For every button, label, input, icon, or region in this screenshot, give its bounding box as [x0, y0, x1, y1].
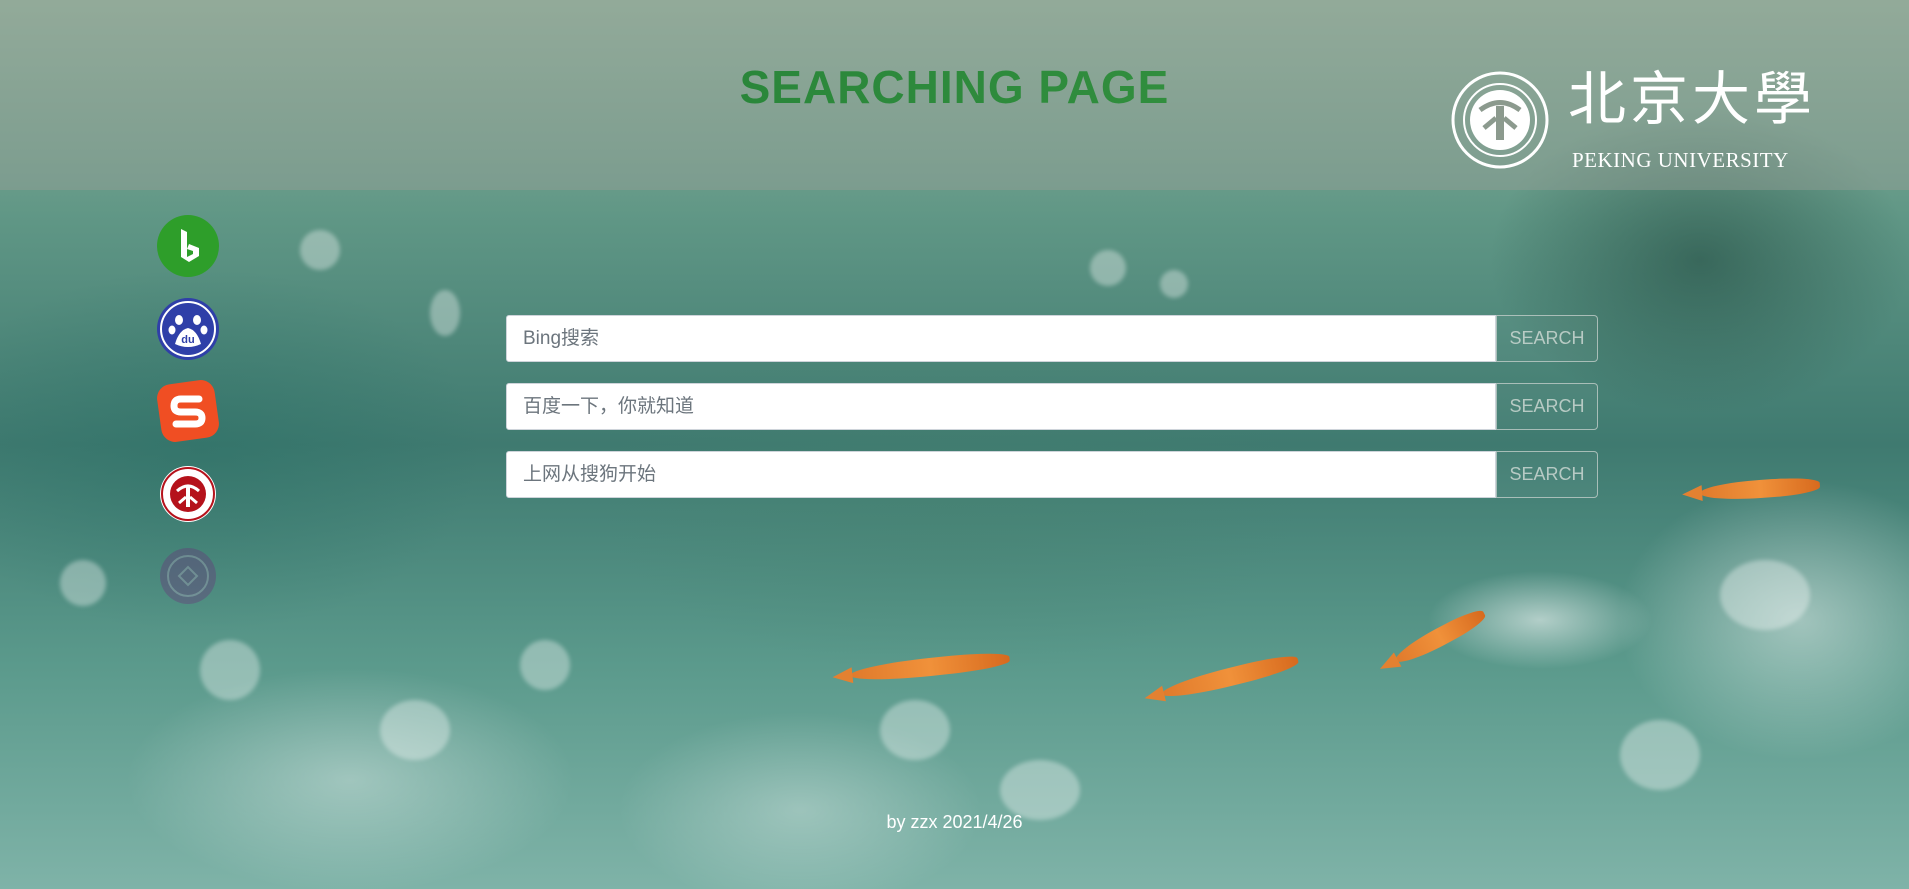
bing-search-button[interactable]: SEARCH [1496, 315, 1598, 362]
pku-english-name: PEKING UNIVERSITY [1572, 148, 1789, 172]
pku-icon[interactable] [157, 463, 219, 525]
sogou-icon[interactable] [157, 380, 219, 442]
baidu-icon[interactable]: du [157, 298, 219, 360]
sogou-search-input[interactable] [506, 451, 1496, 498]
bing-search-row: SEARCH [506, 315, 1598, 363]
baidu-search-button[interactable]: SEARCH [1496, 383, 1598, 430]
footer-credit: by zzx 2021/4/26 [886, 812, 1023, 832]
pku-seal-icon [1451, 71, 1549, 169]
sogou-search-button[interactable]: SEARCH [1496, 451, 1598, 498]
baidu-search-row: SEARCH [506, 383, 1598, 431]
faded-logo-icon[interactable] [157, 545, 219, 607]
baidu-search-input[interactable] [506, 383, 1496, 430]
bing-icon[interactable] [157, 215, 219, 277]
svg-text:du: du [181, 334, 194, 346]
sogou-search-row: SEARCH [506, 451, 1598, 499]
header-bar: SEARCHING PAGE 北京大學 PEKING UNIVERSITY [0, 0, 1909, 190]
pku-chinese-name: 北京大學 [1568, 65, 1817, 133]
bing-search-input[interactable] [506, 315, 1496, 362]
